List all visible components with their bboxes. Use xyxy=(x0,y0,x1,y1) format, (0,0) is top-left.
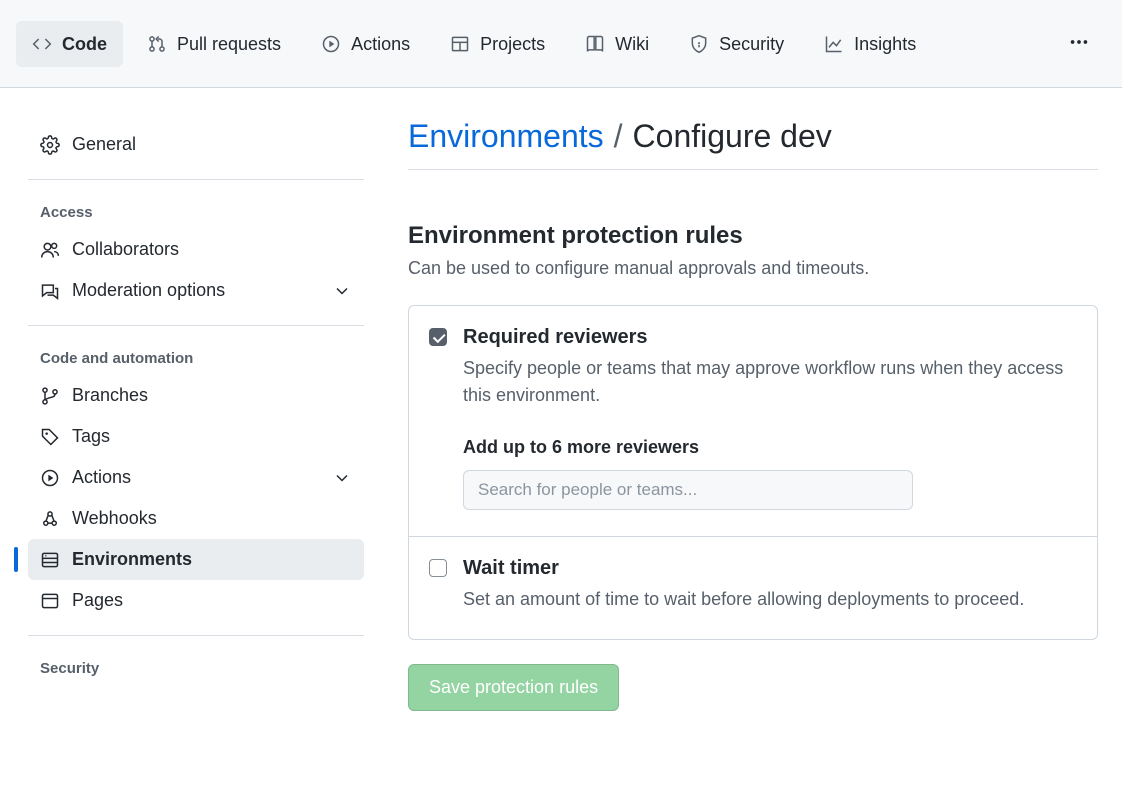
sidebar-item-tags[interactable]: Tags xyxy=(28,416,364,457)
comment-discussion-icon xyxy=(40,281,60,301)
sidebar-label: Environments xyxy=(72,549,192,570)
rule-wait-timer: Wait timer Set an amount of time to wait… xyxy=(409,536,1097,639)
required-reviewers-checkbox[interactable] xyxy=(429,328,447,346)
main-content: Environments / Configure dev Environment… xyxy=(380,88,1122,731)
sidebar-item-environments[interactable]: Environments xyxy=(28,539,364,580)
tab-security[interactable]: Security xyxy=(673,21,800,67)
section-title: Environment protection rules xyxy=(408,222,1098,250)
repo-tab-nav: Code Pull requests Actions Projects Wiki… xyxy=(0,0,1122,88)
rule-description: Specify people or teams that may approve… xyxy=(463,355,1077,409)
table-icon xyxy=(450,34,470,54)
tab-pull-requests[interactable]: Pull requests xyxy=(131,21,297,67)
sidebar-heading-security: Security xyxy=(28,650,364,685)
sidebar-item-webhooks[interactable]: Webhooks xyxy=(28,498,364,539)
shield-icon xyxy=(689,34,709,54)
breadcrumb: Environments / Configure dev xyxy=(408,118,1098,170)
sidebar-item-actions[interactable]: Actions xyxy=(28,457,364,498)
save-protection-rules-button[interactable]: Save protection rules xyxy=(408,664,619,711)
breadcrumb-separator: / xyxy=(614,118,623,155)
sidebar-label: Moderation options xyxy=(72,280,225,301)
sidebar-heading-access: Access xyxy=(28,194,364,229)
chevron-down-icon xyxy=(332,468,352,488)
sidebar-label: Tags xyxy=(72,426,110,447)
section-subtitle: Can be used to configure manual approval… xyxy=(408,258,1098,279)
code-icon xyxy=(32,34,52,54)
tab-label: Wiki xyxy=(615,29,649,59)
rule-title: Required reviewers xyxy=(463,326,1077,349)
breadcrumb-link-environments[interactable]: Environments xyxy=(408,118,604,155)
tab-label: Pull requests xyxy=(177,29,281,59)
play-circle-icon xyxy=(40,468,60,488)
book-icon xyxy=(585,34,605,54)
wait-timer-checkbox[interactable] xyxy=(429,559,447,577)
people-icon xyxy=(40,240,60,260)
sidebar-label: General xyxy=(72,134,136,155)
sidebar-item-branches[interactable]: Branches xyxy=(28,375,364,416)
sidebar-item-general[interactable]: General xyxy=(28,124,364,165)
tab-label: Actions xyxy=(351,29,410,59)
rule-required-reviewers: Required reviewers Specify people or tea… xyxy=(409,306,1097,536)
sidebar-item-moderation[interactable]: Moderation options xyxy=(28,270,364,311)
tab-insights[interactable]: Insights xyxy=(808,21,932,67)
graph-icon xyxy=(824,34,844,54)
kebab-icon xyxy=(1068,31,1090,53)
git-pull-request-icon xyxy=(147,34,167,54)
tab-label: Security xyxy=(719,29,784,59)
settings-sidebar: General Access Collaborators Moderation … xyxy=(0,88,380,731)
sidebar-item-collaborators[interactable]: Collaborators xyxy=(28,229,364,270)
add-reviewers-label: Add up to 6 more reviewers xyxy=(463,437,1077,458)
server-icon xyxy=(40,550,60,570)
play-circle-icon xyxy=(321,34,341,54)
sidebar-label: Webhooks xyxy=(72,508,157,529)
browser-icon xyxy=(40,591,60,611)
divider xyxy=(28,635,364,636)
protection-rules-box: Required reviewers Specify people or tea… xyxy=(408,305,1098,640)
chevron-down-icon xyxy=(332,281,352,301)
tab-label: Code xyxy=(62,29,107,59)
sidebar-label: Actions xyxy=(72,467,131,488)
divider xyxy=(28,325,364,326)
sidebar-label: Branches xyxy=(72,385,148,406)
overflow-menu-button[interactable] xyxy=(1052,23,1106,64)
sidebar-label: Collaborators xyxy=(72,239,179,260)
tab-actions[interactable]: Actions xyxy=(305,21,426,67)
rule-title: Wait timer xyxy=(463,557,1077,580)
git-branch-icon xyxy=(40,386,60,406)
sidebar-item-pages[interactable]: Pages xyxy=(28,580,364,621)
tab-code[interactable]: Code xyxy=(16,21,123,67)
reviewer-search-input[interactable] xyxy=(463,470,913,510)
tag-icon xyxy=(40,427,60,447)
sidebar-heading-code-automation: Code and automation xyxy=(28,340,364,375)
breadcrumb-current: Configure dev xyxy=(633,118,832,155)
gear-icon xyxy=(40,135,60,155)
sidebar-label: Pages xyxy=(72,590,123,611)
tab-label: Projects xyxy=(480,29,545,59)
tab-projects[interactable]: Projects xyxy=(434,21,561,67)
tab-wiki[interactable]: Wiki xyxy=(569,21,665,67)
webhook-icon xyxy=(40,509,60,529)
tab-label: Insights xyxy=(854,29,916,59)
rule-description: Set an amount of time to wait before all… xyxy=(463,586,1077,613)
divider xyxy=(28,179,364,180)
